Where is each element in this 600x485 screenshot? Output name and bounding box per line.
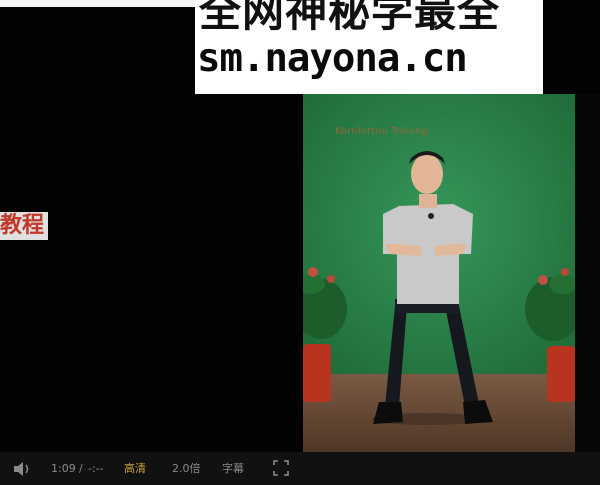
player-controls: 1:09 / -:-- 高清 2.0倍 字幕: [0, 452, 600, 485]
player-right-edge: [575, 94, 600, 452]
current-time: 1:09: [51, 462, 76, 475]
video-title-overlay: Kornfortnu Trinong: [335, 126, 428, 137]
fullscreen-icon[interactable]: [273, 460, 289, 476]
watermark-title: 全网神秘学最全: [199, 0, 501, 36]
quality-button[interactable]: 高清: [124, 462, 146, 476]
video-player[interactable]: 全网神秘学最全 sm.nayona.cn 教程 Kornfortnu Trino…: [0, 0, 600, 485]
volume-icon[interactable]: [12, 460, 32, 478]
top-strip: [0, 0, 195, 7]
total-time: -:--: [88, 462, 104, 475]
speed-button[interactable]: 2.0倍: [172, 462, 201, 476]
video-frame[interactable]: Kornfortnu Trinong: [303, 94, 575, 452]
watermark-banner: 全网神秘学最全 sm.nayona.cn: [195, 0, 543, 94]
tutorial-tag: 教程: [0, 212, 49, 240]
video-scene: Kornfortnu Trinong: [303, 94, 575, 452]
watermark-url: sm.nayona.cn: [197, 36, 468, 81]
subtitle-button[interactable]: 字幕: [222, 462, 244, 476]
floor: [303, 374, 575, 452]
time-separator: /: [79, 462, 83, 475]
